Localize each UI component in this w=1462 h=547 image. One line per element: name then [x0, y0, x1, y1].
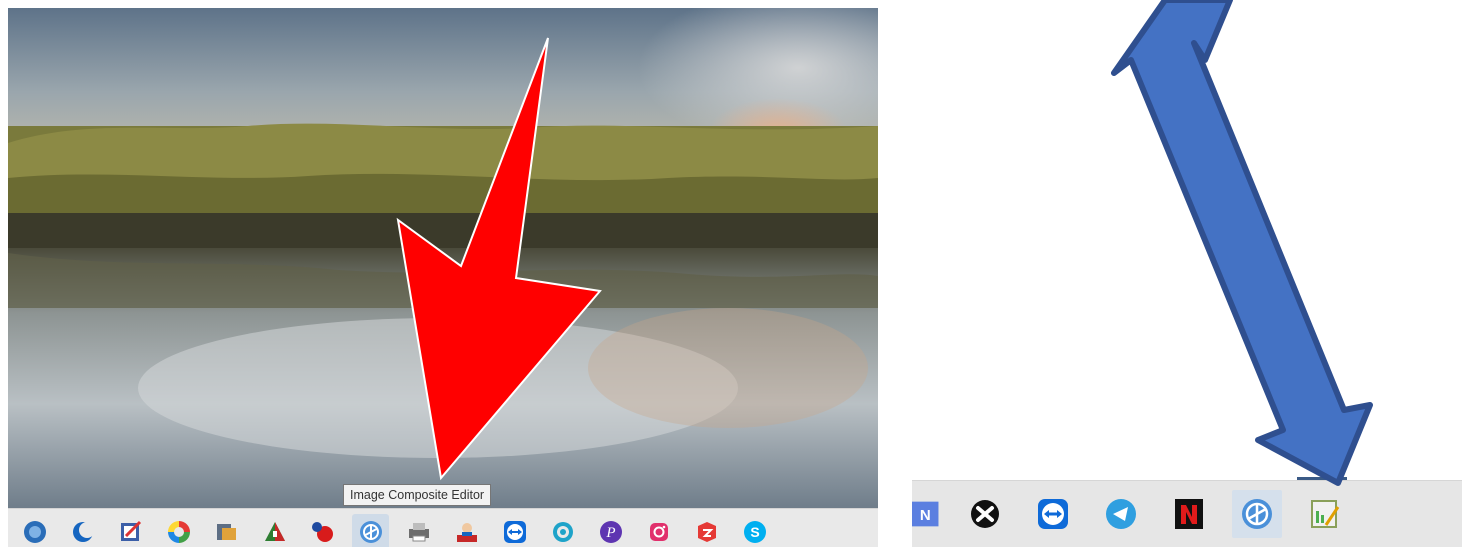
- red-m-app-icon[interactable]: [1164, 490, 1214, 538]
- film-editor-icon[interactable]: [208, 514, 245, 547]
- snipping-circle-icon[interactable]: [544, 514, 581, 547]
- picasa-icon[interactable]: [160, 514, 197, 547]
- desktop-wallpaper: [8, 8, 878, 508]
- red-ball-icon[interactable]: [304, 514, 341, 547]
- windows-orb-icon[interactable]: [16, 514, 53, 547]
- blue-pointer-arrow: [1111, 0, 1373, 486]
- blue-n-app-icon[interactable]: N: [912, 490, 942, 538]
- telegram-icon[interactable]: [1096, 490, 1146, 538]
- accounting-app-icon[interactable]: [448, 514, 485, 547]
- x-circle-app-icon[interactable]: [960, 490, 1010, 538]
- taskbar-left: P S: [8, 508, 878, 547]
- svg-text:N: N: [920, 507, 931, 524]
- instagram-icon[interactable]: [640, 514, 677, 547]
- svg-text:P: P: [605, 525, 615, 541]
- taskbar-right: N: [912, 480, 1462, 547]
- purple-p-icon[interactable]: P: [592, 514, 629, 547]
- taskbar-tooltip: Image Composite Editor: [343, 484, 492, 506]
- desktop-screenshot-right: N: [912, 0, 1462, 547]
- paint-editor-icon[interactable]: [112, 514, 149, 547]
- photo-tile-icon[interactable]: [256, 514, 293, 547]
- red-3d-icon[interactable]: [688, 514, 725, 547]
- chart-tool-icon[interactable]: [1300, 490, 1350, 538]
- teamviewer-icon[interactable]: [496, 514, 533, 547]
- teamviewer-icon[interactable]: [1028, 490, 1078, 538]
- moon-crescent-icon[interactable]: [64, 514, 101, 547]
- skype-partial-icon[interactable]: S: [736, 514, 773, 547]
- svg-text:S: S: [750, 524, 759, 540]
- printer-scanner-icon[interactable]: [400, 514, 437, 547]
- desktop-screenshot-left: Image Composite Editor P S: [8, 8, 878, 547]
- image-composite-editor-icon[interactable]: [1232, 490, 1282, 538]
- image-composite-editor-icon[interactable]: [352, 513, 389, 547]
